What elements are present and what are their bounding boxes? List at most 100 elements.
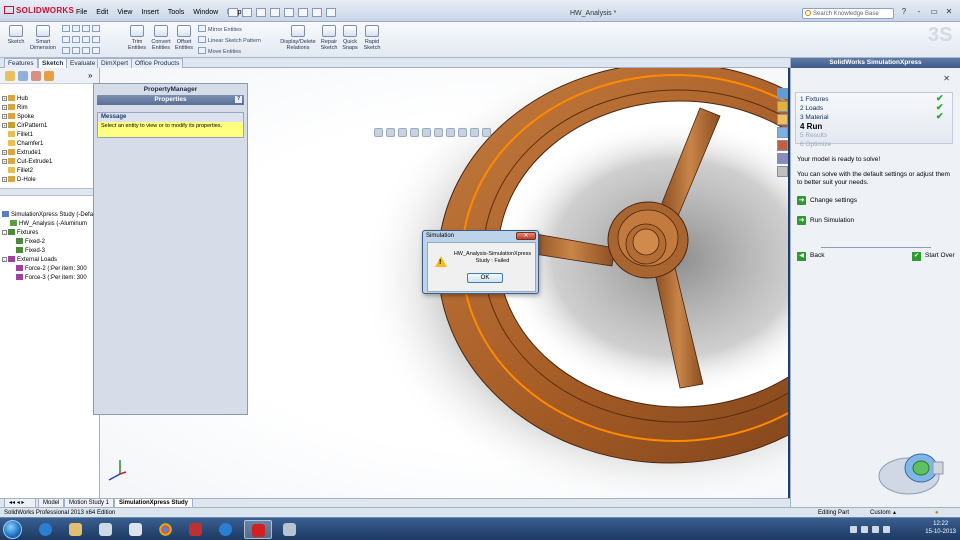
taskbar-solidworks[interactable]: [244, 520, 272, 539]
close-icon[interactable]: ✕: [943, 74, 950, 83]
options-icon[interactable]: [326, 8, 336, 17]
new-icon[interactable]: [228, 8, 238, 17]
print-icon[interactable]: [270, 8, 280, 17]
step-fixtures[interactable]: 1 Fixtures ✔: [800, 94, 952, 104]
menu-insert[interactable]: Insert: [141, 9, 159, 16]
move-entities-button[interactable]: Move Entities: [198, 47, 241, 55]
study-item[interactable]: - External Loads: [2, 256, 93, 265]
view-palette-icon[interactable]: [777, 127, 788, 138]
tree-item-rim[interactable]: + Rim: [2, 104, 52, 113]
tree-item-cirpattern1[interactable]: + CirPattern1: [2, 122, 52, 131]
design-library-icon[interactable]: [777, 101, 788, 112]
open-icon[interactable]: [242, 8, 252, 17]
zoom-to-fit-icon[interactable]: [374, 128, 383, 137]
rapid-sketch-button[interactable]: Rapid Sketch: [361, 25, 383, 51]
study-item[interactable]: Fixed-3: [2, 247, 93, 256]
search-input[interactable]: Search Knowledge Base: [802, 8, 894, 19]
study-item[interactable]: Force-2 (:Per item: 300: [2, 265, 93, 274]
feature-tree-icon[interactable]: [5, 71, 15, 81]
taskbar-settings[interactable]: [276, 520, 304, 539]
ok-button[interactable]: OK: [467, 273, 503, 283]
save-icon[interactable]: [256, 8, 266, 17]
custom-properties-icon[interactable]: [777, 153, 788, 164]
back-button[interactable]: ◀ Back: [797, 252, 824, 261]
study-item[interactable]: Force-3 (:Per item: 300: [2, 274, 93, 283]
line-tools[interactable]: [62, 25, 102, 33]
menu-file[interactable]: File: [76, 9, 87, 16]
smart-dimension-button[interactable]: Smart Dimension: [28, 25, 58, 51]
mirror-entities-button[interactable]: Mirror Entities: [198, 25, 242, 33]
tab-sketch[interactable]: Sketch: [38, 58, 68, 68]
convert-entities-button[interactable]: Convert Entities: [148, 25, 174, 51]
tree-item-d-hole[interactable]: + D-Hole: [2, 176, 52, 185]
expand-icon[interactable]: »: [88, 71, 98, 81]
start-button[interactable]: [3, 520, 22, 539]
select-icon[interactable]: [298, 8, 308, 17]
display-delete-relations-button[interactable]: Display/Delete Relations: [276, 25, 320, 51]
repair-sketch-button[interactable]: Repair Sketch: [318, 25, 340, 51]
display-style-icon[interactable]: [434, 128, 443, 137]
tree-item-hub[interactable]: + Hub: [2, 95, 52, 104]
volume-icon[interactable]: [883, 526, 890, 533]
taskbar-app[interactable]: [122, 520, 150, 539]
tab-dimxpert[interactable]: DimXpert: [97, 58, 133, 68]
tree-item-chamfer1[interactable]: Chamfer1: [2, 140, 52, 149]
appearance-icon[interactable]: [44, 71, 54, 81]
section-view-icon[interactable]: [410, 128, 419, 137]
taskbar-ie-2[interactable]: [212, 520, 240, 539]
minimize-button[interactable]: -: [913, 7, 925, 18]
edit-appearance-icon[interactable]: [458, 128, 467, 137]
close-button[interactable]: ✕: [943, 7, 955, 18]
zoom-area-icon[interactable]: [386, 128, 395, 137]
property-manager-icon[interactable]: [18, 71, 28, 81]
menu-edit[interactable]: Edit: [96, 9, 108, 16]
menu-window[interactable]: Window: [193, 9, 218, 16]
step-loads[interactable]: 2 Loads ✔: [800, 103, 952, 113]
solidworks-logo[interactable]: SOLIDWORKS: [4, 6, 74, 15]
network-icon[interactable]: [850, 526, 857, 533]
offset-entities-button[interactable]: Offset Entities: [172, 25, 196, 51]
sketch-button[interactable]: Sketch: [4, 25, 28, 45]
taskbar-ie[interactable]: [32, 520, 60, 539]
undo-icon[interactable]: [284, 8, 294, 17]
study-item[interactable]: HW_Analysis (-Aluminum: [2, 220, 93, 229]
tree-item-spoke[interactable]: + Spoke: [2, 113, 52, 122]
tab-features[interactable]: Features: [4, 58, 38, 68]
file-explorer-icon[interactable]: [777, 114, 788, 125]
rect-tools[interactable]: [62, 36, 102, 44]
scene-icon[interactable]: [470, 128, 479, 137]
study-item[interactable]: - Fixtures: [2, 229, 93, 238]
study-item[interactable]: SimulationXpress Study (-Defa: [2, 211, 93, 220]
menu-view[interactable]: View: [117, 9, 132, 16]
trim-entities-button[interactable]: Trim Entities: [124, 25, 150, 51]
clock[interactable]: 12:22 15-10-2013: [925, 520, 956, 536]
tree-item-fillet2[interactable]: Fillet2: [2, 167, 52, 176]
study-item[interactable]: Fixed-2: [2, 238, 93, 247]
dialog-close-button[interactable]: ✕: [516, 232, 536, 240]
restore-button[interactable]: ▭: [928, 7, 940, 18]
taskbar-tool[interactable]: [182, 520, 210, 539]
tree-item-fillet1[interactable]: Fillet1: [2, 131, 52, 140]
message-header[interactable]: Message: [98, 113, 243, 122]
view-orientation-icon[interactable]: [422, 128, 431, 137]
linear-pattern-button[interactable]: Linear Sketch Pattern: [198, 36, 261, 44]
taskbar-media-player[interactable]: [92, 520, 120, 539]
view-settings-icon[interactable]: [482, 128, 491, 137]
step-material[interactable]: 3 Material ✔: [800, 112, 952, 122]
tree-item-extrude1[interactable]: + Extrude1: [2, 149, 52, 158]
start-over-button[interactable]: ✔ Start Over: [912, 252, 955, 261]
tree-scrollbar[interactable]: [0, 188, 100, 196]
signal-icon[interactable]: [872, 526, 879, 533]
configuration-icon[interactable]: [31, 71, 41, 81]
simulationxpress-icon[interactable]: [777, 166, 788, 177]
tab-office-products[interactable]: Office Products: [131, 58, 184, 68]
tree-item-cut-extrude1[interactable]: + Cut-Extrude1: [2, 158, 52, 167]
tab-evaluate[interactable]: Evaluate: [66, 58, 100, 68]
fillet-tools[interactable]: [62, 47, 102, 55]
previous-view-icon[interactable]: [398, 128, 407, 137]
quick-snaps-button[interactable]: Quick Snaps: [340, 25, 360, 51]
step-run[interactable]: 4 Run: [800, 122, 952, 131]
help-button[interactable]: ?: [898, 7, 910, 18]
menu-tools[interactable]: Tools: [168, 9, 184, 16]
resources-icon[interactable]: [777, 88, 788, 99]
